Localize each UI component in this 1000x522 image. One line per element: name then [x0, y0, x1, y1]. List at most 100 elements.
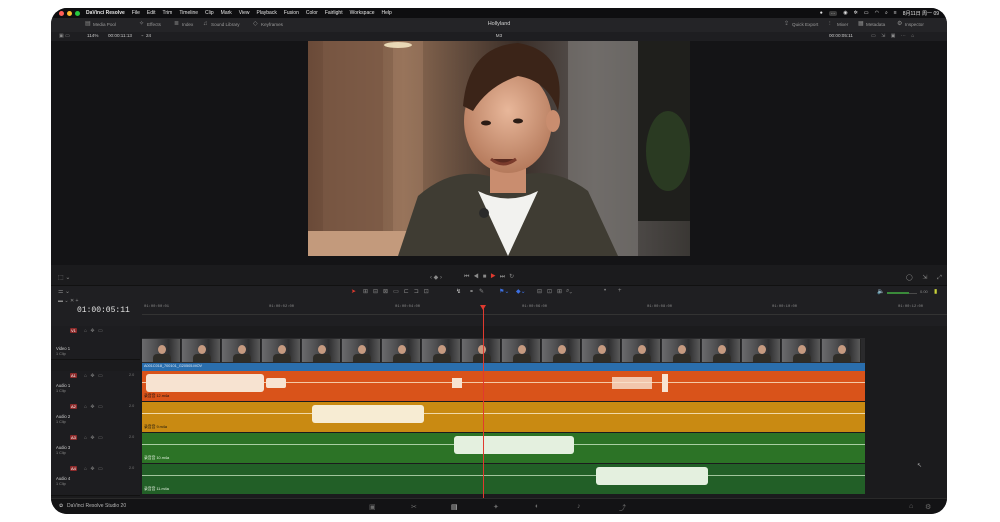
audio-clip-a4[interactable]: 录音音 11.m4a — [142, 464, 865, 494]
zoom-out-dot[interactable]: • — [604, 288, 606, 294]
viewer-right-controls[interactable]: ◯ ⇲ ⤢ — [906, 274, 946, 282]
menu-color[interactable]: Color — [306, 10, 318, 16]
video-thumbnail — [142, 339, 181, 362]
menu-clip[interactable]: Clip — [205, 10, 214, 16]
track-header-a4[interactable]: A4 ⌂ ✥ ▭ 2.0 Audio 4 1 Clip — [51, 464, 140, 496]
track-sub: 1 Clip — [56, 352, 66, 356]
timeline-tab-icon[interactable]: ▬ ⌄ ✕ + — [58, 298, 78, 304]
thumbnail-figure — [278, 345, 286, 354]
gear-icon[interactable]: ✲ — [854, 10, 858, 16]
track-header-a2[interactable]: A2 ⌂ ✥ ▭ 2.0 Audio 2 1 Clip — [51, 402, 140, 434]
audio-clip-a1[interactable]: 录音音 12.m4a — [142, 371, 865, 401]
battery-icon[interactable]: ▭ — [864, 10, 869, 16]
record-icon[interactable]: ● — [820, 10, 823, 16]
inspector-button[interactable]: ⚙ Inspector — [897, 21, 924, 27]
ruler-label: 01:00:04:00 — [395, 305, 421, 309]
minimize-window-button[interactable] — [67, 10, 72, 16]
track-id: V1 — [70, 328, 77, 333]
menu-edit[interactable]: Edit — [147, 10, 156, 16]
export-icon: ⇪ — [784, 21, 790, 27]
menu-trim[interactable]: Trim — [163, 10, 173, 16]
video-clip-name-bar[interactable]: A001C018_700101_G20505.MOV — [142, 363, 865, 371]
play-icon[interactable]: ▶ — [490, 274, 499, 280]
timeline-ruler[interactable]: 01:00:00:01 01:00:02:00 01:00:04:00 01:0… — [142, 303, 947, 326]
viewer-options-icons[interactable]: ▭ ⇲ ▣ ⋯ ⌂ — [871, 33, 916, 39]
video-frame-image — [308, 41, 690, 256]
menu-mark[interactable]: Mark — [221, 10, 232, 16]
jog-control[interactable]: ‹ ◆ › — [430, 274, 442, 281]
audio-clip-a2[interactable]: 录音音 9.m4a — [142, 402, 865, 432]
fairlight-page-icon[interactable]: ♪ — [577, 503, 581, 510]
track-controls[interactable]: ⌂ ✥ ▭ — [84, 466, 104, 472]
zoom-in-plus[interactable]: + — [618, 288, 622, 294]
thumbnail-figure-body — [713, 354, 731, 362]
video-clip[interactable] — [142, 338, 865, 363]
thumbnail-figure — [478, 345, 486, 354]
track-header-v1[interactable]: V1 ⌂ ✥ ▭ Video 1 1 Clip — [51, 326, 140, 360]
app-menu[interactable]: DaVinci Resolve — [86, 10, 125, 16]
color-page-icon[interactable]: ◐ — [535, 503, 539, 510]
quick-export-button[interactable]: ⇪ Quick Export — [784, 21, 818, 27]
menu-view[interactable]: View — [239, 10, 250, 16]
track-controls[interactable]: ⌂ ✥ ▭ — [84, 404, 104, 410]
inspector-icon: ⚙ — [897, 21, 903, 27]
loop-icon[interactable]: ↻ — [509, 274, 518, 280]
track-controls[interactable]: ⌂ ✥ ▭ — [84, 435, 104, 441]
menu-workspace[interactable]: Workspace — [350, 10, 375, 16]
link-flag-tools[interactable]: ⚭✎ — [469, 288, 489, 295]
volume-icon[interactable]: 🔈 — [877, 288, 884, 295]
clock-text: 8月11日 周一 09 — [902, 10, 939, 17]
video-thumbnail — [462, 339, 501, 362]
menu-timeline[interactable]: Timeline — [179, 10, 198, 16]
wechat-status-icon[interactable]: ··· — [828, 10, 838, 16]
wifi-icon[interactable]: ◠ — [875, 10, 879, 16]
selection-tool-icon[interactable]: ➤ — [351, 288, 356, 295]
viewer-mode-icon[interactable]: ⬚ ⌄ — [58, 274, 70, 281]
zoom-window-button[interactable] — [75, 10, 80, 16]
track-level: 2.0 — [129, 466, 135, 470]
resolve-logo-icon: ✿ — [59, 503, 64, 509]
control-center-icon[interactable]: ≡ — [894, 10, 897, 16]
skip-end-icon[interactable]: ⏭ — [500, 274, 509, 280]
playhead-line[interactable] — [483, 306, 484, 498]
track-controls[interactable]: ⌂ ✥ ▭ — [84, 328, 104, 334]
thumbnail-figure-body — [353, 354, 371, 362]
track-header-a3[interactable]: A3 ⌂ ✥ ▭ 2.0 Audio 3 1 Clip — [51, 433, 140, 465]
cut-page-icon[interactable]: ✂ — [411, 503, 417, 511]
audio-clip-a3[interactable]: 录音音 10.m4a — [142, 433, 865, 463]
zoom-search-icon[interactable]: ⌕⌄ — [566, 288, 572, 295]
edit-mode-tools[interactable]: ⊞⊟⊠▭⊏⊐⊡ — [363, 288, 434, 295]
menu-fairlight[interactable]: Fairlight — [325, 10, 343, 16]
media-page-icon[interactable]: ▣ — [369, 503, 376, 511]
thumbnail-figure-body — [633, 354, 651, 362]
snapping-icon[interactable]: ↯ — [456, 288, 461, 295]
menu-help[interactable]: Help — [382, 10, 392, 16]
timeline-view-options-icon[interactable]: ⚌ ⌄ — [58, 288, 70, 295]
track-header-a1[interactable]: A1 ⌂ ✥ ▭ 2.0 Audio 1 1 Clip — [51, 371, 140, 403]
thumbnail-figure — [358, 345, 366, 354]
metadata-button[interactable]: ▦ Metadata — [858, 21, 885, 27]
deliver-page-icon[interactable]: ⤴ — [619, 503, 626, 513]
menu-file[interactable]: File — [132, 10, 140, 16]
home-icon[interactable]: ⌂ — [909, 503, 913, 510]
menu-playback[interactable]: Playback — [257, 10, 277, 16]
flag-icon[interactable]: ⚑⌄ — [499, 288, 509, 295]
edit-page-icon[interactable]: ▤ — [451, 503, 458, 511]
close-window-button[interactable] — [59, 10, 64, 16]
skip-start-icon[interactable]: ⏮ — [464, 274, 473, 280]
reverse-icon[interactable]: ◀ — [473, 274, 482, 280]
menu-fusion[interactable]: Fusion — [284, 10, 299, 16]
volume-slider-fill — [887, 292, 909, 294]
track-controls[interactable]: ⌂ ✥ ▭ — [84, 373, 104, 379]
mixer-button[interactable]: ⫶ Mixer — [829, 21, 848, 27]
search-icon[interactable]: ⌕ — [885, 10, 888, 16]
settings-gear-icon[interactable]: ⚙ — [925, 503, 931, 511]
marker-icon[interactable]: ◆⌄ — [516, 288, 526, 295]
fusion-page-icon[interactable]: ✦ — [493, 503, 499, 511]
waveform-a2 — [142, 405, 865, 423]
thumbnail-figure-body — [313, 354, 331, 362]
inspector-label: Inspector — [905, 21, 924, 27]
bell-icon[interactable]: ◉ — [843, 10, 847, 16]
zoom-tools[interactable]: ⊟⊡⊞ — [537, 288, 567, 295]
thumbnail-figure-body — [593, 354, 611, 362]
